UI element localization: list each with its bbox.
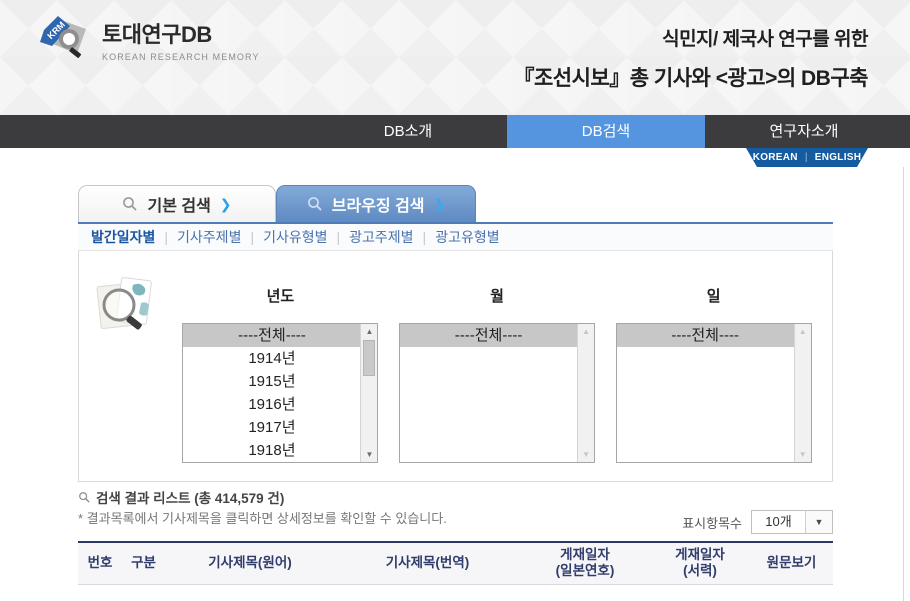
scroll-up-icon: ▲: [798, 327, 807, 336]
scrollbar-thumb[interactable]: [363, 340, 376, 376]
month-scrollbar[interactable]: ▲ ▼: [577, 324, 595, 462]
chevron-right-icon: ❯: [219, 195, 232, 212]
page-size-label: 표시항목수: [682, 515, 742, 531]
scroll-down-icon[interactable]: ▼: [361, 447, 377, 462]
article-title-translated-link[interactable]: 부산지방법원: [335, 584, 520, 601]
site-header: KRM 토대연구DB KOREAN RESEARCH MEMORY 식민지/ 제…: [0, 0, 910, 115]
article-title-original-link[interactable]: 釜山地方法院: [165, 584, 335, 601]
cell-category: 광고: [122, 584, 165, 601]
year-option[interactable]: 1914년: [183, 347, 360, 370]
scroll-down-icon: ▼: [798, 450, 807, 459]
lang-divider: |: [804, 152, 808, 163]
year-option[interactable]: 1917년: [183, 416, 360, 439]
page-size-value: 10개: [765, 514, 792, 529]
tagline-line2: 『조선시보』총 기사와 <광고>의 DB구축: [513, 67, 868, 90]
search-icon: [307, 197, 322, 211]
cell-date-japanese: 昭和15-08-31: [520, 584, 650, 601]
year-option[interactable]: 1916년: [183, 393, 360, 416]
search-tabs: 기본 검색 ❯ 브라우징 검색 ❯: [78, 185, 833, 222]
site-tagline: 식민지/ 제국사 연구를 위한 『조선시보』총 기사와 <광고>의 DB구축: [513, 24, 868, 92]
month-label: 월: [490, 288, 504, 305]
tab-basic-label: 기본 검색: [147, 198, 211, 215]
nav-item-db-search[interactable]: DB검색: [507, 115, 705, 148]
col-view-original: 원문보기: [750, 541, 833, 585]
results-note: * 결과목록에서 기사제목을 클릭하면 상세정보를 확인할 수 있습니다.: [78, 511, 447, 526]
subnav-item-ad-type[interactable]: 광고유형별: [426, 227, 508, 247]
browse-subnav: 발간일자별 | 기사주제별 | 기사유형별 | 광고주제별 | 광고유형별: [78, 224, 833, 251]
table-row: 1 광고 釜山地方法院 부산지방법원 昭和15-08-31 1940-08-31…: [78, 584, 833, 601]
results-table: 번호 구분 기사제목(원어) 기사제목(번역) 게재일자 (일본연호) 게재일자(…: [78, 541, 833, 601]
col-number: 번호: [78, 541, 122, 585]
table-header-row: 번호 구분 기사제목(원어) 기사제목(번역) 게재일자 (일본연호) 게재일자(…: [78, 541, 833, 585]
document-search-icon: [96, 277, 152, 330]
col-date-western: 게재일자 (서력): [650, 541, 750, 585]
main-navbar: DB소개 DB검색 연구자소개: [0, 115, 910, 148]
col-date-japanese: 게재일자 (일본연호): [520, 541, 650, 585]
lang-english-link[interactable]: ENGLISH: [815, 152, 862, 163]
page-size-control: 표시항목수 10개 ▼: [682, 510, 833, 534]
page: KRM 토대연구DB KOREAN RESEARCH MEMORY 식민지/ 제…: [0, 0, 910, 601]
brand-text: 토대연구DB KOREAN RESEARCH MEMORY: [102, 17, 260, 62]
tab-browsing-label: 브라우징 검색: [331, 198, 425, 215]
brand-subtitle: KOREAN RESEARCH MEMORY: [102, 51, 260, 62]
day-label: 일: [706, 288, 721, 305]
subnav-item-ad-subject[interactable]: 광고주제별: [340, 227, 422, 247]
results-title: 검색 결과 리스트 (총 414,579 건): [96, 491, 285, 506]
filter-column-year: 년도 ----전체---- 1914년 1915년 1916년 1917년 19…: [172, 263, 389, 463]
year-scrollbar[interactable]: ▲ ▼: [360, 324, 378, 462]
col-title-original: 기사제목(원어): [165, 541, 335, 585]
chevron-down-icon[interactable]: ▼: [805, 511, 832, 533]
brand-title: 토대연구DB: [102, 21, 212, 47]
lang-korean-link[interactable]: KOREAN: [753, 152, 798, 163]
chevron-right-icon: ❯: [433, 195, 446, 212]
subnav-item-by-date[interactable]: 발간일자별: [91, 227, 164, 247]
subnav-item-article-type[interactable]: 기사유형별: [254, 227, 336, 247]
day-option[interactable]: ----전체----: [616, 324, 794, 347]
year-label: 년도: [266, 288, 295, 305]
col-title-translated: 기사제목(번역): [335, 541, 520, 585]
scroll-up-icon: ▲: [582, 327, 591, 336]
month-listbox[interactable]: ----전체---- ▲ ▼: [399, 323, 596, 463]
year-option[interactable]: 1915년: [183, 370, 360, 393]
search-content: 기본 검색 ❯ 브라우징 검색 ❯ 발간일자별 | 기사주제별 | 기사유형별 …: [78, 185, 833, 482]
year-option[interactable]: 1918년: [183, 439, 360, 462]
browse-filter-panel: 년도 ----전체---- 1914년 1915년 1916년 1917년 19…: [78, 251, 833, 482]
tab-basic-search[interactable]: 기본 검색 ❯: [78, 185, 276, 222]
page-size-dropdown[interactable]: 10개 ▼: [751, 510, 833, 534]
tab-browsing-search[interactable]: 브라우징 검색 ❯: [276, 185, 476, 222]
search-icon: [123, 197, 138, 211]
cell-date-western: 1940-08-31: [650, 584, 750, 601]
year-option[interactable]: ----전체----: [183, 324, 361, 347]
language-switcher: KOREAN | ENGLISH: [746, 148, 868, 167]
view-original-link[interactable]: 원문: [750, 584, 833, 601]
tagline-line1: 식민지/ 제국사 연구를 위한: [662, 29, 868, 50]
year-listbox[interactable]: ----전체---- 1914년 1915년 1916년 1917년 1918년…: [182, 323, 379, 463]
scroll-down-icon: ▼: [582, 450, 591, 459]
results-header: 검색 결과 리스트 (총 414,579 건): [78, 487, 284, 507]
nav-item-researchers[interactable]: 연구자소개: [705, 115, 903, 148]
filter-column-month: 월 ----전체---- ▲ ▼: [389, 263, 606, 463]
subnav-item-article-subject[interactable]: 기사주제별: [168, 227, 250, 247]
scroll-up-icon[interactable]: ▲: [361, 324, 377, 339]
site-logo[interactable]: KRM 토대연구DB KOREAN RESEARCH MEMORY: [34, 14, 260, 64]
filter-column-day: 일 ----전체---- ▲ ▼: [605, 263, 822, 463]
krm-logo-icon: KRM: [40, 16, 86, 58]
col-category: 구분: [122, 541, 165, 585]
cell-number: 1: [78, 584, 122, 601]
day-listbox[interactable]: ----전체---- ▲ ▼: [615, 323, 812, 463]
day-scrollbar[interactable]: ▲ ▼: [793, 324, 811, 462]
nav-item-db-intro[interactable]: DB소개: [309, 115, 507, 148]
search-icon: [79, 492, 90, 503]
nav-items: DB소개 DB검색 연구자소개: [0, 115, 910, 148]
page-scrollbar-line: [903, 167, 904, 601]
month-option[interactable]: ----전체----: [400, 324, 578, 347]
